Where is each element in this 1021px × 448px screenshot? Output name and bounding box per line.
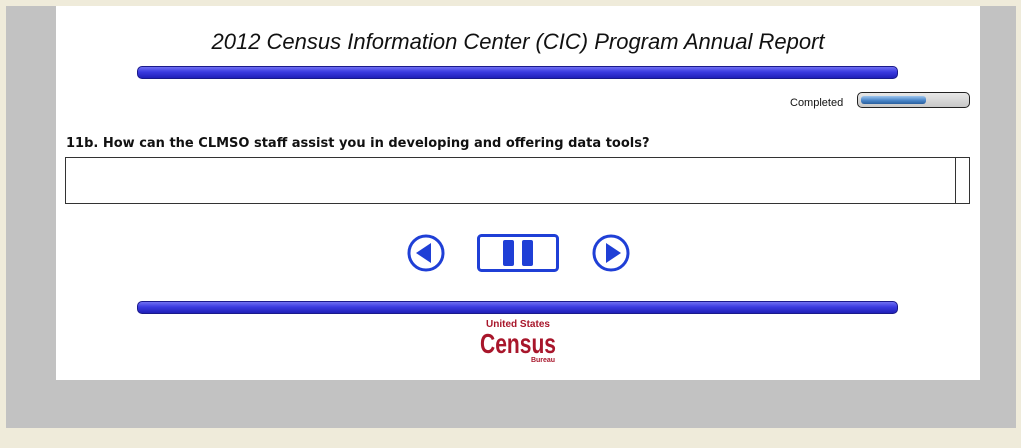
census-logo-graphic: United States Census Bureau xyxy=(480,319,556,364)
answer-scrollbar[interactable] xyxy=(955,158,969,203)
question-text: 11b. How can the CLMSO staff assist you … xyxy=(66,136,650,151)
previous-arrow-icon xyxy=(407,234,445,272)
next-arrow-icon xyxy=(592,234,630,272)
answer-textarea[interactable] xyxy=(65,157,970,204)
next-button[interactable] xyxy=(591,234,631,272)
previous-button[interactable] xyxy=(406,234,446,272)
page-title: 2012 Census Information Center (CIC) Pro… xyxy=(211,29,825,54)
header-divider-bar xyxy=(137,66,898,79)
pause-button[interactable] xyxy=(477,234,559,272)
footer-divider-bar xyxy=(137,301,898,314)
pause-icon xyxy=(477,234,559,272)
progress-bar xyxy=(857,92,970,108)
logo-bottom-text: Bureau xyxy=(531,357,555,364)
progress-bar-fill xyxy=(861,96,926,104)
progress-label: Completed xyxy=(790,97,844,109)
logo-main-text: Census xyxy=(480,328,556,359)
census-bureau-logo: United States Census Bureau xyxy=(466,317,570,371)
